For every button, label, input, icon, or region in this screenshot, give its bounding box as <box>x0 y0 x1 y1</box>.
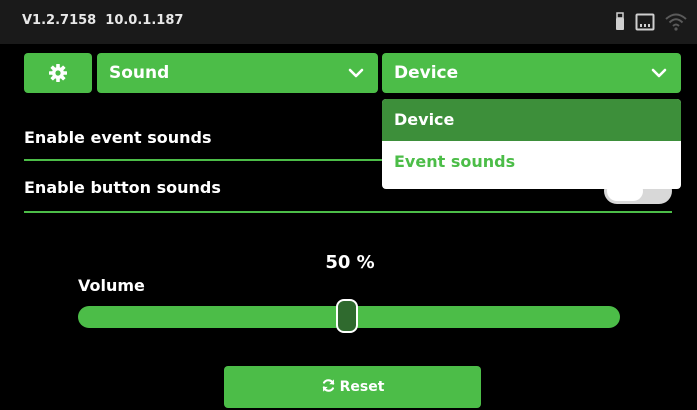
volume-slider-handle[interactable] <box>336 299 358 333</box>
section-dropdown-value: Device <box>394 63 459 83</box>
firmware-version: V1.2.7158 <box>22 13 97 28</box>
gear-icon <box>49 64 67 82</box>
version-info: V1.2.7158 10.0.1.187 <box>22 13 183 28</box>
status-icons <box>615 11 687 33</box>
section-dropdown[interactable]: Device <box>382 53 681 93</box>
wifi-icon <box>665 13 687 31</box>
chevron-down-icon <box>348 68 364 78</box>
reset-button[interactable]: Reset <box>224 366 481 408</box>
menu-item-event-sounds[interactable]: Event sounds <box>382 141 681 183</box>
category-dropdown[interactable]: Sound <box>97 53 378 93</box>
reset-button-content: Reset <box>224 378 481 395</box>
settings-button[interactable] <box>24 53 92 93</box>
ip-address: 10.0.1.187 <box>105 13 184 28</box>
button-sounds-label: Enable button sounds <box>24 178 221 197</box>
volume-value: 50 % <box>325 252 375 273</box>
reset-button-label: Reset <box>339 379 385 395</box>
divider <box>24 211 672 213</box>
menu-item-device[interactable]: Device <box>382 99 681 141</box>
chevron-down-icon <box>651 68 667 78</box>
category-dropdown-value: Sound <box>109 63 170 83</box>
event-sounds-label: Enable event sounds <box>24 128 212 147</box>
section-dropdown-menu: Device Event sounds <box>382 99 681 189</box>
usb-icon <box>616 12 624 30</box>
ethernet-icon <box>635 13 655 31</box>
status-bar: V1.2.7158 10.0.1.187 <box>0 0 697 44</box>
volume-label: Volume <box>78 276 145 295</box>
refresh-icon <box>322 379 334 392</box>
